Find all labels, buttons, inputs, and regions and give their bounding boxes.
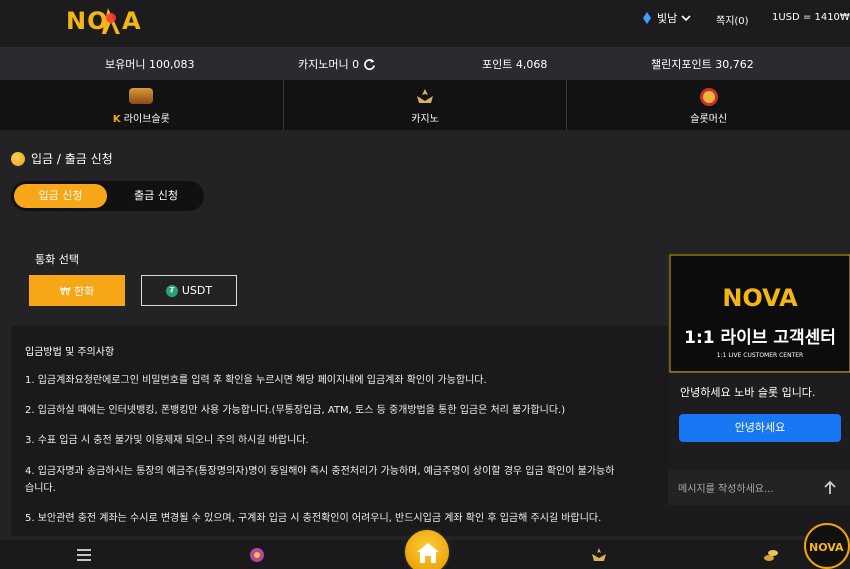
tab-casino[interactable]: 카지노	[284, 80, 568, 130]
tab-deposit[interactable]: 입금 신청	[14, 184, 107, 208]
balance-bar: 보유머니 100,083 카지노머니 0 포인트 4,068 챌린지포인트 30…	[0, 47, 850, 80]
chat-greeting: 안녕하세요 노바 슬롯 입니다.	[680, 386, 816, 399]
notice-item: 5. 보안관련 충전 계좌는 수시로 변경될 수 있으며, 구계좌 입금 시 충…	[25, 513, 602, 524]
tether-icon: ₮	[165, 284, 178, 297]
slot-icon	[129, 88, 154, 104]
money-balance: 보유머니 100,083	[105, 58, 195, 71]
slot-icon[interactable]	[248, 546, 266, 564]
currency-label: 통화 선택	[35, 253, 79, 266]
chevron-down-icon	[681, 15, 691, 22]
menu-icon[interactable]	[75, 546, 93, 564]
tab-label: K 라이브슬롯	[112, 114, 170, 125]
casino-icon	[417, 89, 433, 103]
page-title-text: 입금 / 출금 신청	[31, 152, 113, 166]
casino-balance-label: 카지노머니 0	[298, 58, 360, 71]
exchange-rate: 1USD = 1410₩	[772, 12, 850, 23]
casino-balance: 카지노머니 0	[298, 56, 376, 72]
deposit-withdraw-toggle: 입금 신청 출금 신청	[11, 181, 204, 211]
slot-machine-icon	[699, 88, 718, 106]
username: 빛남	[657, 12, 678, 25]
home-icon	[417, 543, 439, 563]
refresh-icon[interactable]	[363, 58, 376, 71]
coins-icon[interactable]	[762, 546, 780, 564]
top-header: NO A 빛남 쪽지(0) 1USD = 1410₩	[0, 0, 850, 47]
banner-logo: NOVA	[722, 284, 798, 312]
tab-live-slot[interactable]: K 라이브슬롯	[0, 80, 284, 130]
casino-icon[interactable]	[590, 546, 608, 564]
page-title: 입금 / 출금 신청	[11, 150, 113, 167]
nova-logo[interactable]: NO A	[64, 4, 158, 38]
tab-withdraw[interactable]: 출금 신청	[111, 184, 201, 208]
chat-widget: NOVA 1:1 라이브 고객센터 1:1 LIVE CUSTOMER CENT…	[668, 253, 850, 505]
tab-label: 카지노	[411, 114, 439, 125]
banner-subtitle: 1:1 LIVE CUSTOMER CENTER	[717, 352, 803, 359]
notes-link[interactable]: 쪽지(0)	[716, 12, 749, 27]
chat-launcher[interactable]: NOVA	[804, 523, 850, 569]
usdt-button[interactable]: ₮ USDT	[141, 275, 237, 306]
svg-text:NOVA: NOVA	[809, 541, 844, 554]
tab-slot-machine[interactable]: 슬롯머신	[567, 80, 850, 130]
svg-text:NO: NO	[66, 7, 109, 35]
krw-button[interactable]: ₩ 한화	[29, 275, 125, 306]
category-tabs: K 라이브슬롯 카지노 슬롯머신	[0, 80, 850, 130]
banner-title: 1:1 라이브 고객센터	[684, 328, 836, 348]
user-menu[interactable]: 빛남	[641, 10, 691, 26]
nova-logo-icon: NOVA	[809, 541, 844, 554]
point-balance: 포인트 4,068	[482, 58, 548, 71]
chat-input[interactable]: 메시지를 작성하세요...	[668, 470, 850, 505]
challenge-balance: 챌린지포인트 30,762	[651, 58, 754, 71]
user-badge-icon	[643, 12, 651, 24]
coin-icon	[11, 151, 25, 166]
notice-title: 입금방법 및 주의사항	[25, 347, 115, 358]
svg-text:A: A	[122, 7, 141, 35]
usdt-label: USDT	[181, 284, 213, 297]
quick-reply-button[interactable]: 안녕하세요	[679, 414, 841, 442]
chat-input-placeholder: 메시지를 작성하세요...	[678, 484, 774, 495]
home-button[interactable]	[403, 528, 451, 569]
chat-banner: NOVA 1:1 라이브 고객센터 1:1 LIVE CUSTOMER CENT…	[668, 253, 850, 373]
send-arrow-icon[interactable]	[820, 478, 840, 498]
tab-label: 슬롯머신	[690, 114, 728, 125]
